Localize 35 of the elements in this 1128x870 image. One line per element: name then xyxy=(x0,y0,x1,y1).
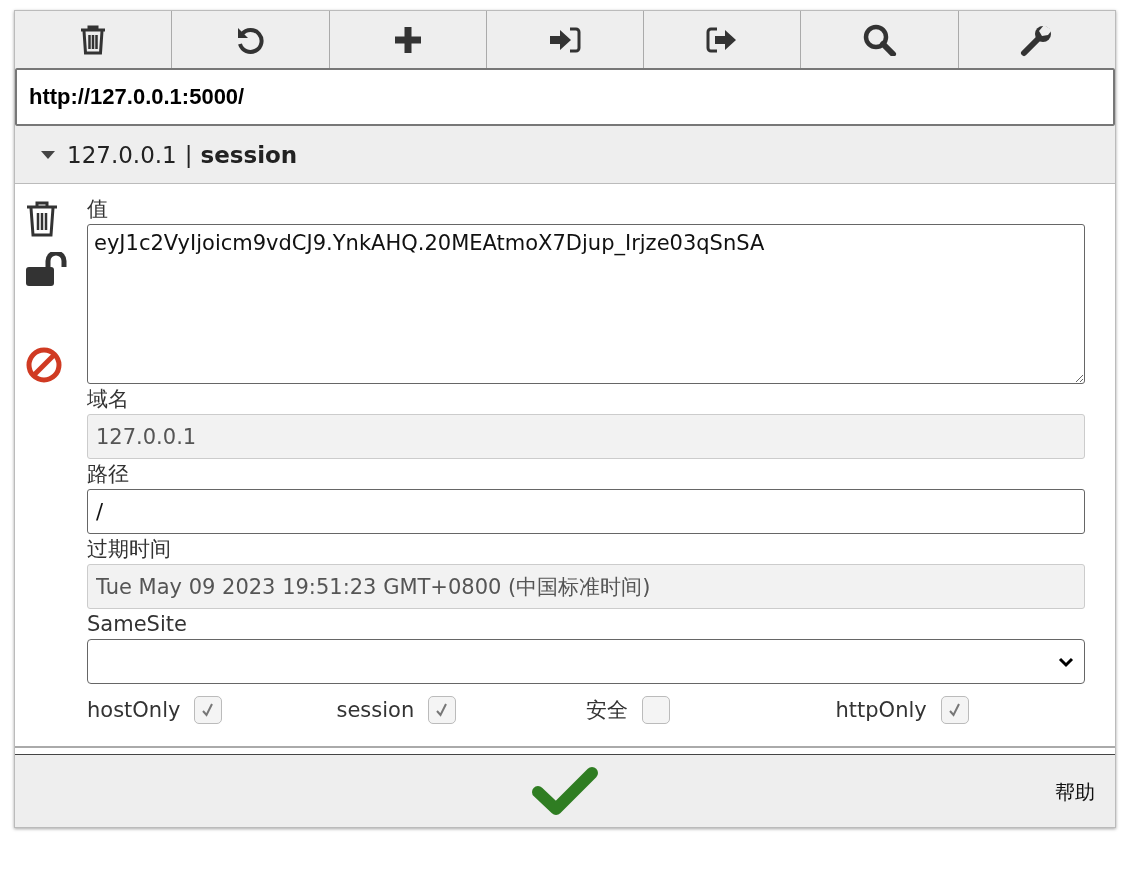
separator: | xyxy=(184,141,193,168)
text-field[interactable]: / xyxy=(87,489,1085,534)
checkbox[interactable] xyxy=(428,696,457,724)
text-field[interactable]: Tue May 09 2023 19:51:23 GMT+0800 (中国标准时间) xyxy=(87,564,1085,609)
save-button[interactable] xyxy=(532,766,598,816)
checkbox-label: hostOnly xyxy=(87,698,181,722)
trash-icon[interactable] xyxy=(25,200,59,238)
url-field[interactable]: http://127.0.0.1:5000/ xyxy=(15,68,1115,126)
checkbox[interactable] xyxy=(940,696,969,724)
field-label: 值 xyxy=(87,196,109,223)
cookie-domain: 127.0.0.1 xyxy=(67,141,177,168)
field-label: 域名 xyxy=(87,386,130,413)
value-field[interactable]: eyJ1c2VyIjoicm9vdCJ9.YnkAHQ.20MEAtmoX7Djup_Irjze03qSnSA xyxy=(87,224,1085,384)
field-label: 过期时间 xyxy=(87,536,172,563)
field-label: SameSite xyxy=(87,611,188,638)
samesite-dropdown[interactable] xyxy=(87,639,1085,684)
help-link[interactable]: 帮助 xyxy=(1055,779,1095,806)
field-label: 路径 xyxy=(87,461,130,488)
search-icon xyxy=(862,23,897,56)
text-field[interactable]: 127.0.0.1 xyxy=(87,414,1085,459)
check-icon xyxy=(435,702,450,718)
check-icon xyxy=(201,702,216,718)
plus-icon xyxy=(392,24,423,55)
check-icon xyxy=(947,702,962,718)
chevron-down-icon xyxy=(1058,655,1074,668)
checkbox-label: httpOnly xyxy=(835,698,927,722)
block-icon[interactable] xyxy=(25,346,63,384)
checkbox[interactable] xyxy=(642,696,670,724)
cookie-name: session xyxy=(200,141,298,168)
checkmark-icon xyxy=(532,766,598,816)
checkbox-label: 安全 xyxy=(586,697,628,724)
checkbox-label: session xyxy=(336,698,415,722)
unlocked-padlock-icon[interactable] xyxy=(25,252,69,288)
cookie-header[interactable]: 127.0.0.1 | session xyxy=(15,126,1115,184)
checkbox[interactable] xyxy=(194,696,223,724)
